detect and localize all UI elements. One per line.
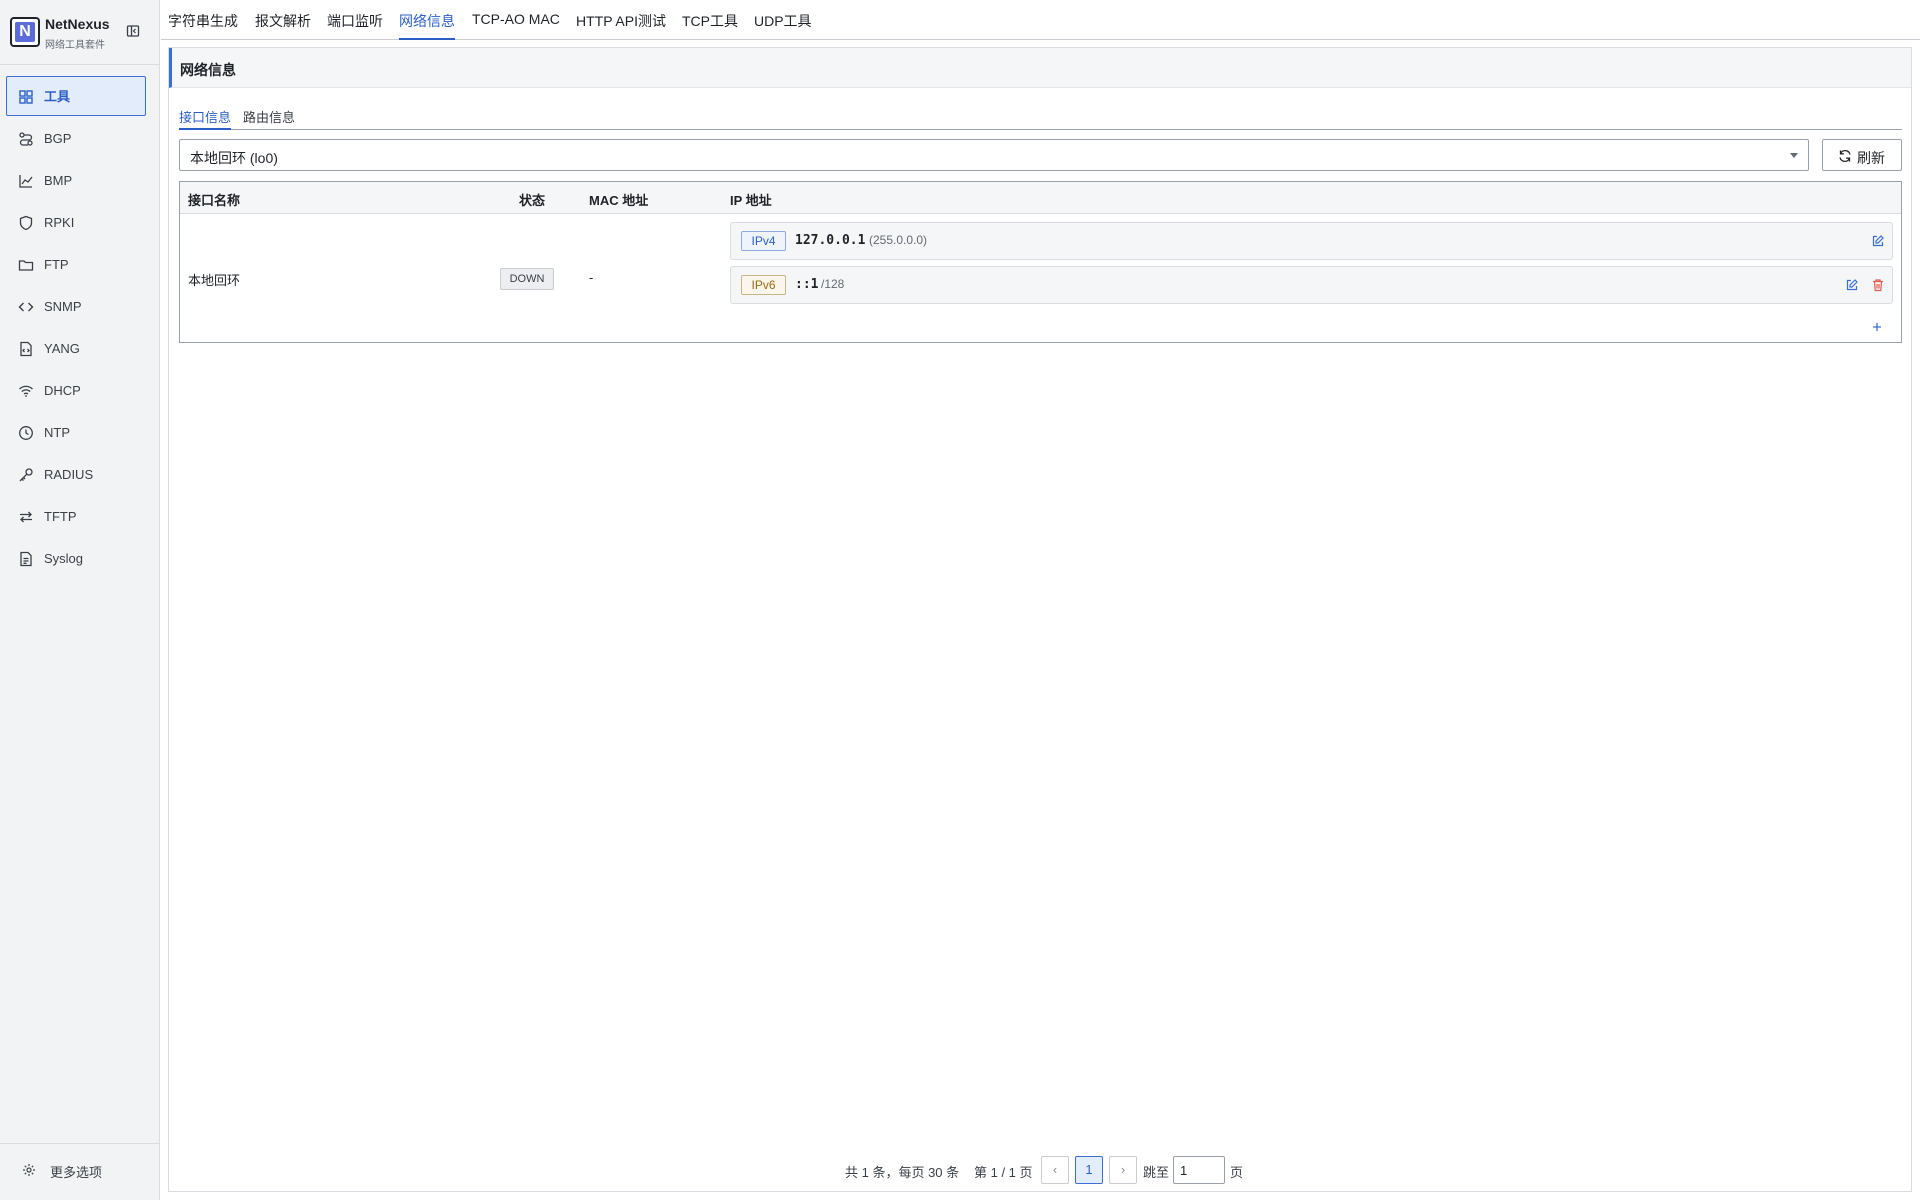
sidebar-item-label: Syslog xyxy=(44,551,84,566)
sidebar-item-syslog[interactable]: Syslog xyxy=(6,538,146,578)
ip-address: 127.0.0.1 xyxy=(795,233,866,248)
refresh-button[interactable]: 刷新 xyxy=(1822,139,1902,171)
col-ip-address: IP 地址 xyxy=(730,193,772,208)
top-tab-bar: 字符串生成 报文解析 端口监听 网络信息 TCP-AO MAC HTTP API… xyxy=(161,0,1920,40)
logo-letter: N xyxy=(15,22,35,42)
tab-packet-parser[interactable]: 报文解析 xyxy=(255,11,311,31)
sidebar-nav: 工具 BGP BMP RPKI FTP SNMP YANG DHCP NTP R… xyxy=(6,76,146,580)
sidebar-item-yang[interactable]: YANG xyxy=(6,328,146,368)
transfer-icon xyxy=(20,511,32,523)
code-icon xyxy=(18,302,34,312)
tab-udp-tool[interactable]: UDP工具 xyxy=(754,11,812,31)
refresh-icon xyxy=(1839,149,1851,163)
chart-icon xyxy=(19,175,33,188)
panel-title: 网络信息 xyxy=(180,62,236,78)
interface-select-value: 本地回环 (lo0) xyxy=(190,150,278,166)
col-status: 状态 xyxy=(519,193,546,208)
table-header: 接口名称 状态 MAC 地址 IP 地址 xyxy=(180,182,1901,214)
col-mac-address: MAC 地址 xyxy=(589,193,649,208)
edit-icon[interactable] xyxy=(1871,234,1885,248)
page-button-current[interactable]: 1 xyxy=(1075,1156,1103,1184)
sidebar-item-label: RADIUS xyxy=(44,467,94,482)
route-icon xyxy=(19,132,33,146)
sidebar-item-tftp[interactable]: TFTP xyxy=(6,496,146,536)
document-icon xyxy=(20,551,32,567)
prev-page-button[interactable]: ‹ xyxy=(1041,1156,1069,1184)
tab-port-listener[interactable]: 端口监听 xyxy=(327,11,383,31)
ip-prefix: /128 xyxy=(821,277,845,291)
sidebar-item-rpki[interactable]: RPKI xyxy=(6,202,146,242)
ip-netmask: (255.0.0.0) xyxy=(869,233,928,247)
folder-icon xyxy=(18,260,34,271)
ip-entry-ipv4: IPv4 127.0.0.1 (255.0.0.0) xyxy=(730,222,1893,260)
sidebar-item-snmp[interactable]: SNMP xyxy=(6,286,146,326)
sidebar-item-label: TFTP xyxy=(44,509,77,524)
sidebar-item-bgp[interactable]: BGP xyxy=(6,118,146,158)
sidebar-item-bmp[interactable]: BMP xyxy=(6,160,146,200)
tab-network-info[interactable]: 网络信息 xyxy=(399,11,455,40)
panel-header: 网络信息 xyxy=(169,48,1911,88)
wifi-icon xyxy=(19,385,33,397)
sidebar-item-radius[interactable]: RADIUS xyxy=(6,454,146,494)
shield-icon xyxy=(19,215,33,231)
sidebar-item-dhcp[interactable]: DHCP xyxy=(6,370,146,410)
more-options-label: 更多选项 xyxy=(50,1165,103,1180)
network-info-panel: 网络信息 接口信息 路由信息 本地回环 (lo0) 刷新 接口名称 状态 MAC… xyxy=(168,47,1912,1192)
ip-entry-ipv6: IPv6 ::1 /128 xyxy=(730,266,1893,304)
trash-icon[interactable] xyxy=(1871,278,1885,292)
tab-string-generator[interactable]: 字符串生成 xyxy=(168,11,238,31)
gear-icon xyxy=(23,1164,35,1176)
sidebar-item-ntp[interactable]: NTP xyxy=(6,412,146,452)
sidebar-item-label: BMP xyxy=(44,173,73,188)
sidebar-divider xyxy=(0,64,160,65)
subtab-interface-info[interactable]: 接口信息 xyxy=(179,107,232,130)
page-suffix: 页 xyxy=(1230,1165,1244,1180)
sidebar-item-label: YANG xyxy=(44,341,80,356)
add-ip-icon[interactable] xyxy=(1870,320,1884,334)
subtab-route-info[interactable]: 路由信息 xyxy=(243,107,295,126)
sidebar-item-tools[interactable]: 工具 xyxy=(6,76,146,116)
jump-label: 跳至 xyxy=(1143,1165,1170,1180)
sidebar-item-ftp[interactable]: FTP xyxy=(6,244,146,284)
sidebar: N NetNexus 网络工具套件 工具 BGP BMP RPKI FTP SN… xyxy=(0,0,160,1200)
sidebar-collapse-icon[interactable] xyxy=(126,24,140,38)
tab-http-api-test[interactable]: HTTP API测试 xyxy=(576,11,666,31)
sub-tab-bar: 接口信息 路由信息 xyxy=(179,104,1902,130)
ip-type-badge: IPv6 xyxy=(741,275,786,295)
refresh-label: 刷新 xyxy=(1857,150,1885,166)
sidebar-item-label: NTP xyxy=(44,425,70,440)
sidebar-divider xyxy=(0,1143,160,1144)
tab-tcp-tool[interactable]: TCP工具 xyxy=(682,11,738,31)
status-badge: DOWN xyxy=(500,268,554,290)
pagination-summary: 共 1 条，每页 30 条 xyxy=(845,1165,960,1180)
sidebar-item-label: SNMP xyxy=(44,299,82,314)
chevron-down-icon xyxy=(1790,153,1798,158)
grid-icon xyxy=(19,90,33,104)
app-logo: N xyxy=(10,17,40,47)
interface-select[interactable]: 本地回环 (lo0) xyxy=(179,139,1809,171)
sidebar-item-label: 工具 xyxy=(44,89,71,104)
app-name: NetNexus xyxy=(45,16,110,32)
ip-address: ::1 xyxy=(795,277,819,292)
app-subtitle: 网络工具套件 xyxy=(45,40,105,51)
clock-icon xyxy=(19,426,33,440)
sidebar-item-label: FTP xyxy=(44,257,69,272)
file-code-icon xyxy=(20,341,32,357)
key-icon xyxy=(19,468,33,482)
sidebar-item-label: BGP xyxy=(44,131,72,146)
col-interface-name: 接口名称 xyxy=(188,193,241,208)
edit-icon[interactable] xyxy=(1845,278,1859,292)
page-jump-input[interactable] xyxy=(1173,1156,1225,1184)
sidebar-item-label: RPKI xyxy=(44,215,75,230)
interface-name: 本地回环 xyxy=(188,273,241,288)
interface-table: 接口名称 状态 MAC 地址 IP 地址 本地回环 DOWN - IPv4 12… xyxy=(179,181,1902,343)
ip-type-badge: IPv4 xyxy=(741,231,786,251)
pagination-page-info: 第 1 / 1 页 xyxy=(974,1165,1033,1180)
sidebar-item-label: DHCP xyxy=(44,383,81,398)
next-page-button[interactable]: › xyxy=(1109,1156,1137,1184)
mac-address: - xyxy=(589,270,594,285)
tab-tcp-ao-mac[interactable]: TCP-AO MAC xyxy=(472,11,560,27)
